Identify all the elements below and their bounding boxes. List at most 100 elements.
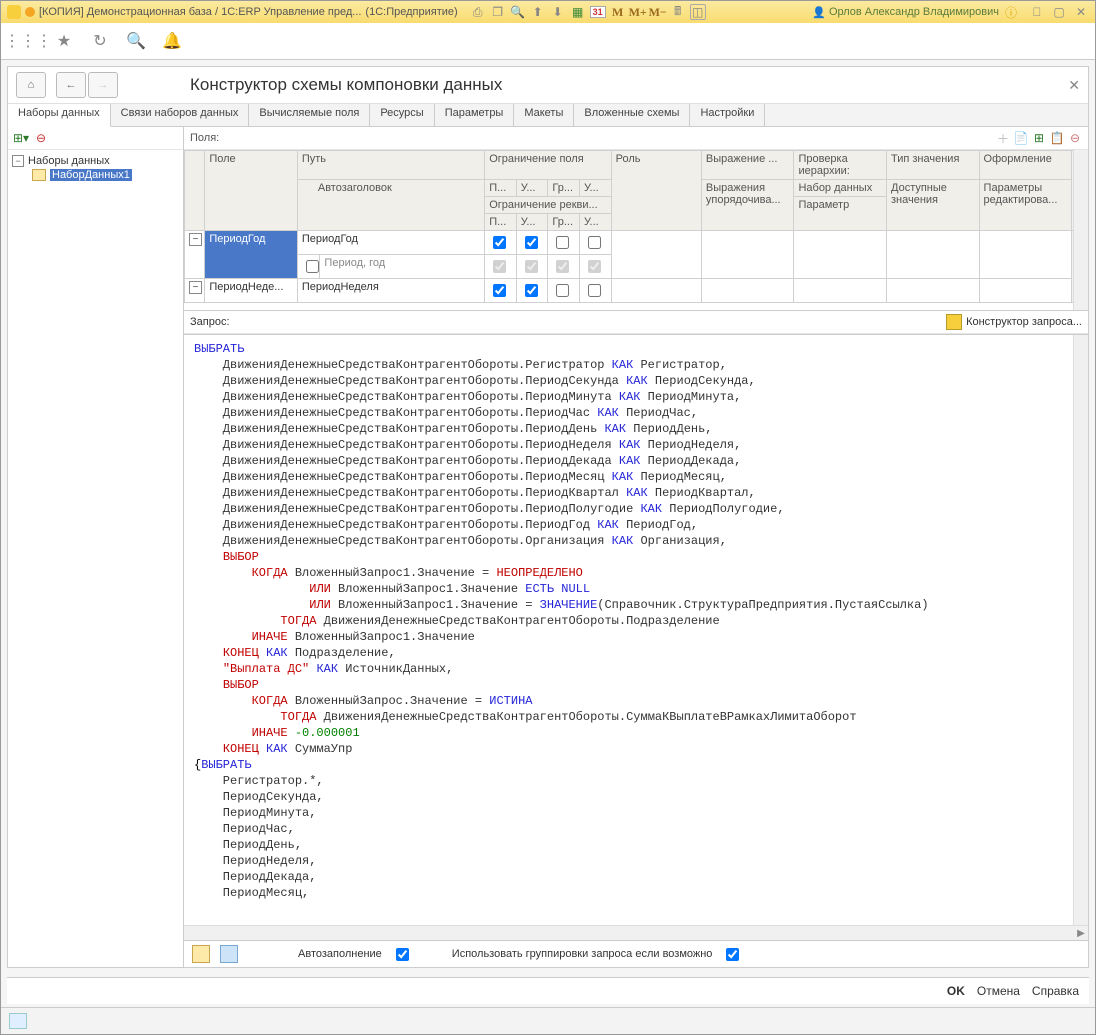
tab-params[interactable]: Параметры xyxy=(435,104,515,126)
cell-c4-0[interactable] xyxy=(579,231,611,255)
layout-icon[interactable]: ◫ xyxy=(690,4,706,20)
down-tray-icon[interactable]: ⬇ xyxy=(550,4,566,20)
col-avail[interactable]: Доступные значения xyxy=(887,180,980,231)
status-icon[interactable] xyxy=(9,1013,27,1029)
delete-dataset-icon[interactable]: ⊖ xyxy=(34,131,48,145)
collapse-icon[interactable]: − xyxy=(12,155,24,167)
col-restr-field[interactable]: Ограничение поля xyxy=(485,151,611,180)
m-plus-button[interactable]: M+ xyxy=(630,4,646,20)
star-icon[interactable]: ★ xyxy=(55,32,73,50)
close-panel-button[interactable]: ✕ xyxy=(1068,77,1080,94)
cell-c4-1[interactable] xyxy=(579,279,611,303)
home-button[interactable]: ⌂ xyxy=(16,72,46,98)
query-code[interactable]: ВЫБРАТЬ ДвиженияДенежныеСредстваКонтраге… xyxy=(194,341,1078,901)
col-p2[interactable]: П... xyxy=(485,214,517,231)
print-icon[interactable]: ⎙ xyxy=(470,4,486,20)
cell-c3-0[interactable] xyxy=(548,231,580,255)
up-tray-icon[interactable]: ⬆ xyxy=(530,4,546,20)
maximize-button[interactable]: ▢ xyxy=(1051,4,1067,20)
col-gr2[interactable]: Гр... xyxy=(548,214,580,231)
query-builder-label: Конструктор запроса... xyxy=(966,316,1082,328)
info-icon[interactable]: ⓘ xyxy=(1003,4,1019,20)
bell-icon[interactable]: 🔔 xyxy=(163,32,181,50)
user-label[interactable]: 👤 Орлов Александр Владимирович xyxy=(812,6,999,19)
grid-icon[interactable]: ▦ xyxy=(570,4,586,20)
row-toggle[interactable]: − xyxy=(185,231,205,279)
col-hier-set[interactable]: Набор данных xyxy=(794,180,887,197)
tab-nested[interactable]: Вложенные схемы xyxy=(574,104,690,126)
cell-field-1[interactable]: ПериодНеде... xyxy=(205,279,298,303)
close-window-button[interactable]: ✕ xyxy=(1073,4,1089,20)
grid-scrollbar[interactable] xyxy=(1073,150,1088,310)
col-editparam[interactable]: Параметры редактирова... xyxy=(979,180,1072,231)
tab-resources[interactable]: Ресурсы xyxy=(370,104,434,126)
tab-links[interactable]: Связи наборов данных xyxy=(111,104,250,126)
col-hier[interactable]: Проверка иерархии: xyxy=(794,151,887,180)
tree-root[interactable]: − Наборы данных xyxy=(12,154,179,168)
tab-settings[interactable]: Настройки xyxy=(690,104,765,126)
cell-path-1[interactable]: ПериодНеделя xyxy=(297,279,484,303)
m-minus-button[interactable]: M− xyxy=(650,4,666,20)
save-file-icon[interactable] xyxy=(220,945,238,963)
m-button[interactable]: M xyxy=(610,4,626,20)
query-builder-button[interactable]: Конструктор запроса... xyxy=(946,314,1082,330)
cell-c1-1[interactable] xyxy=(485,279,517,303)
tab-templates[interactable]: Макеты xyxy=(514,104,574,126)
col-expr[interactable]: Выражение ... xyxy=(701,151,794,180)
cell-c1-0[interactable] xyxy=(485,231,517,255)
col-role[interactable]: Роль xyxy=(611,151,701,231)
col-valtype[interactable]: Тип значения xyxy=(887,151,980,180)
col-autohdr[interactable]: Автозаголовок xyxy=(297,180,484,231)
help-button[interactable]: Справка xyxy=(1032,984,1079,998)
ok-button[interactable]: OK xyxy=(947,984,965,998)
copy-icon[interactable]: ❐ xyxy=(490,4,506,20)
calc-icon[interactable]: 🖩 xyxy=(670,4,686,20)
tab-datasets[interactable]: Наборы данных xyxy=(8,104,111,127)
apps-icon[interactable]: ⋮⋮⋮ xyxy=(19,32,37,50)
scroll-right-arrow[interactable]: ▶ xyxy=(1074,926,1088,940)
col-field[interactable]: Поле xyxy=(205,151,298,231)
cell-c2-0[interactable] xyxy=(516,231,548,255)
col-gr1[interactable]: Гр... xyxy=(548,180,580,197)
col-expr-ord[interactable]: Выражения упорядочива... xyxy=(701,180,794,231)
col-p1[interactable]: П... xyxy=(485,180,517,197)
search-icon[interactable]: 🔍 xyxy=(127,32,145,50)
autofill-checkbox[interactable] xyxy=(396,948,409,961)
cell-auto-0[interactable] xyxy=(320,255,485,279)
cell-field-0[interactable]: ПериодГод xyxy=(205,231,298,279)
col-u1b[interactable]: У... xyxy=(579,180,611,197)
fields-grid[interactable]: Поле Путь Ограничение поля Роль Выражени… xyxy=(184,150,1088,311)
col-design[interactable]: Оформление xyxy=(979,151,1072,180)
history-icon[interactable]: ↻ xyxy=(91,32,109,50)
cell-auto-chk-0[interactable] xyxy=(297,255,320,279)
open-file-icon[interactable] xyxy=(192,945,210,963)
tree-item-dataset1[interactable]: НаборДанных1 xyxy=(12,168,179,182)
query-scrollbar-v[interactable] xyxy=(1073,335,1088,940)
query-textarea[interactable]: ВЫБРАТЬ ДвиженияДенежныеСредстваКонтраге… xyxy=(184,334,1088,940)
field-sheet-icon[interactable]: 📄 xyxy=(1014,131,1028,145)
datasets-tree[interactable]: − Наборы данных НаборДанных1 xyxy=(8,150,183,967)
calendar-icon[interactable]: 31 xyxy=(590,4,606,20)
cancel-button[interactable]: Отмена xyxy=(977,984,1020,998)
field-add-icon[interactable]: ⊞ xyxy=(1032,131,1046,145)
col-u2b[interactable]: У... xyxy=(579,214,611,231)
col-u1[interactable]: У... xyxy=(516,180,548,197)
forward-button[interactable]: → xyxy=(88,72,118,98)
use-groupings-checkbox[interactable] xyxy=(726,948,739,961)
cell-c2-1[interactable] xyxy=(516,279,548,303)
search-doc-icon[interactable]: 🔍 xyxy=(510,4,526,20)
back-button[interactable]: ← xyxy=(56,72,86,98)
minimize-button[interactable]: 􀅽 xyxy=(1029,4,1045,20)
field-delete-icon[interactable]: ⊖ xyxy=(1068,131,1082,145)
col-path[interactable]: Путь xyxy=(297,151,484,180)
tab-calc[interactable]: Вычисляемые поля xyxy=(249,104,370,126)
add-dataset-icon[interactable]: ⊞▾ xyxy=(14,131,28,145)
query-scrollbar-h[interactable]: ▶ xyxy=(184,925,1088,940)
cell-path-0[interactable]: ПериодГод xyxy=(297,231,484,255)
col-u2[interactable]: У... xyxy=(516,214,548,231)
col-hier-param[interactable]: Параметр xyxy=(794,197,887,231)
row-toggle-1[interactable]: − xyxy=(185,279,205,303)
col-restr-req[interactable]: Ограничение рекви... xyxy=(485,197,611,214)
cell-c3-1[interactable] xyxy=(548,279,580,303)
datasets-toolbar: ⊞▾ ⊖ xyxy=(8,127,183,150)
